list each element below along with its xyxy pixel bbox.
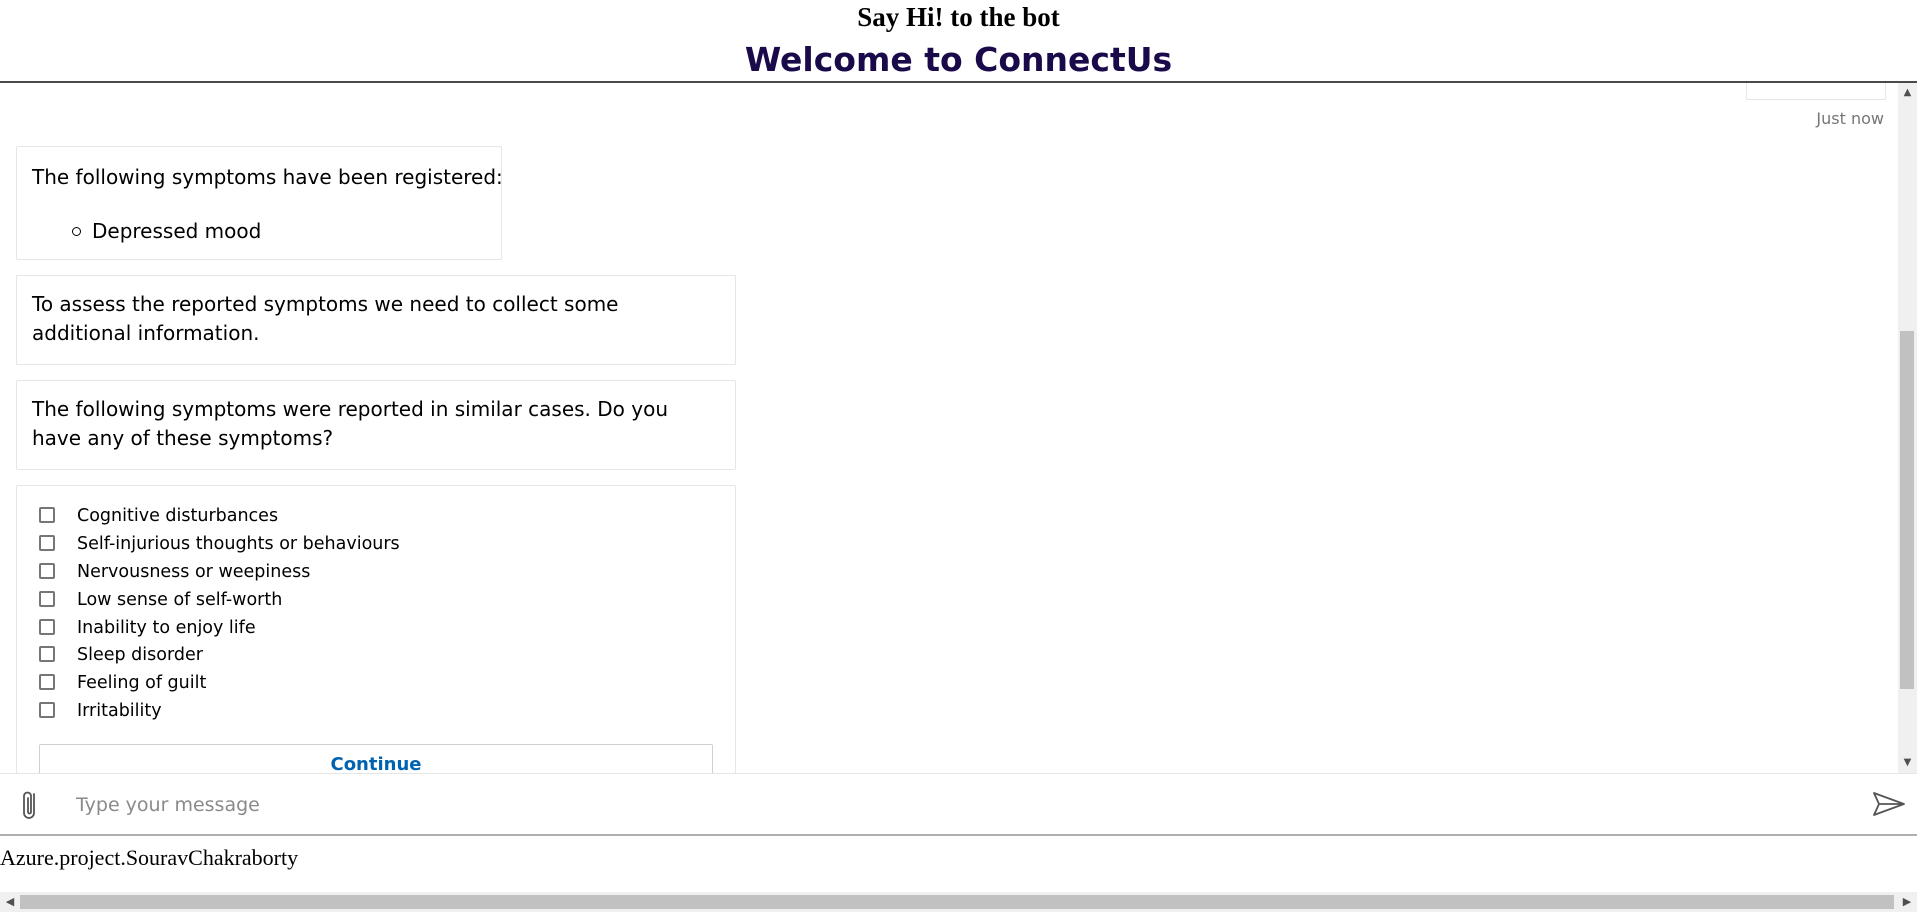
checkbox[interactable] [39,674,55,690]
page-heading: Say Hi! to the bot [857,2,1060,32]
page-horizontal-scrollbar[interactable]: ◀ ▶ [0,892,1917,912]
bot-message-assess: To assess the reported symptoms we need … [16,275,736,365]
footer-credit: Azure.project.SouravChakraborty [0,845,299,870]
checkbox-label: Cognitive disturbances [77,506,279,526]
symptom-checklist-card: Cognitive disturbances Self-injurious th… [16,485,736,773]
continue-button[interactable]: Continue [39,744,713,773]
scrollbar-thumb[interactable] [20,895,1894,909]
paperclip-icon[interactable] [18,788,42,822]
message-timestamp: Just now [1816,109,1884,128]
checkbox[interactable] [39,591,55,607]
bot-message-registered: The following symptoms have been registe… [16,146,503,260]
message-input-bar [0,773,1917,834]
checkbox-label: Inability to enjoy life [77,618,256,638]
welcome-title: Welcome to ConnectUs [744,40,1173,79]
webchat-window: Just now The following symptoms have bee… [0,81,1917,836]
checkbox-label: Irritability [77,701,162,721]
message-text: The following symptoms have been registe… [32,165,503,189]
scroll-down-arrow-icon[interactable]: ▼ [1898,755,1917,771]
checkbox[interactable] [39,646,55,662]
bot-message-similar: The following symptoms were reported in … [16,380,736,470]
scroll-right-arrow-icon[interactable]: ▶ [1899,892,1915,912]
scroll-left-arrow-icon[interactable]: ◀ [2,892,18,912]
message-text: The following symptoms were reported in … [32,397,668,450]
message-input[interactable] [74,786,1858,824]
message-text: To assess the reported symptoms we need … [32,292,619,345]
checkbox-label: Low sense of self-worth [77,590,283,610]
send-icon[interactable] [1872,790,1906,818]
symptom-list-item: Depressed mood [92,219,262,243]
checkbox[interactable] [39,619,55,635]
checkbox-label: Nervousness or weepiness [77,562,311,582]
scrollbar-thumb[interactable] [1900,331,1914,689]
checkbox[interactable] [39,507,55,523]
checkbox[interactable] [39,702,55,718]
checkbox-label: Self-injurious thoughts or behaviours [77,534,400,554]
checkbox-label: Feeling of guilt [77,673,207,693]
bullet-circle-icon [72,227,81,236]
scroll-up-arrow-icon[interactable]: ▲ [1898,85,1917,101]
chat-transcript[interactable]: Just now The following symptoms have bee… [0,83,1898,773]
checkbox-label: Sleep disorder [77,645,203,665]
checkbox[interactable] [39,535,55,551]
checkbox[interactable] [39,563,55,579]
user-message-bubble [1746,83,1886,100]
transcript-scrollbar[interactable]: ▲ ▼ [1898,83,1917,773]
